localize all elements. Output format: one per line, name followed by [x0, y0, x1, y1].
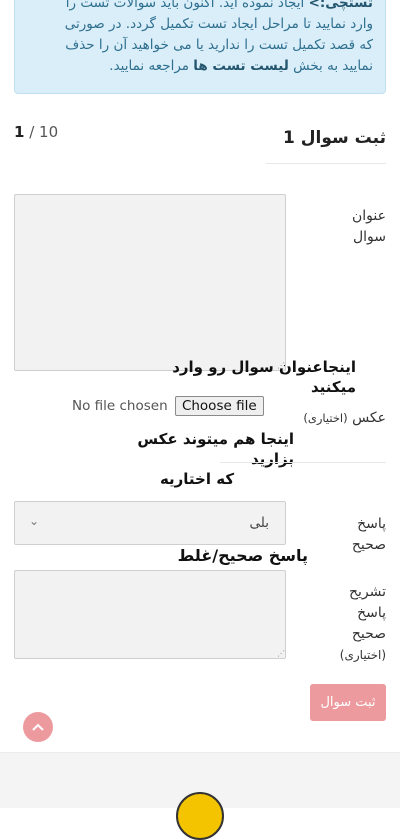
explanation-label-line3: صحیح — [351, 626, 386, 642]
explanation-label-line4: (اختیاری) — [339, 648, 386, 662]
pager-current: 1 — [14, 123, 25, 141]
annotation-image-line2: که اختاریه — [159, 470, 235, 488]
pager-total: 10 — [39, 123, 59, 141]
correct-answer-label-line1: پاسخ — [357, 516, 386, 532]
pager-separator: / — [24, 123, 40, 141]
explanation-label-line2: پاسخ — [357, 605, 386, 621]
alert-text-1: ایجاد نموده اید. اکنون باید سوالات تست ر… — [65, 0, 309, 11]
page-title: ثبت سوال 1 — [283, 128, 386, 148]
alert-line-4: نمایید به بخش لیست تست ها مراجعه نمایید. — [27, 56, 373, 77]
question-pager: 1 / 10 — [14, 123, 58, 141]
correct-answer-selected: بلی — [249, 515, 269, 531]
alert-line-2: وارد نمایید تا مراحل ایجاد تست تکمیل گرد… — [64, 16, 373, 32]
explanation-textarea[interactable]: ⋰ — [14, 570, 286, 659]
image-label-text: عکس — [352, 410, 386, 426]
question-title-textarea[interactable]: ⋰ — [14, 194, 286, 371]
divider — [220, 462, 386, 463]
correct-answer-select[interactable]: بلی ⌄ — [14, 501, 286, 545]
question-header: ثبت سوال 1 1 / 10 — [14, 118, 386, 162]
alert-line-1: تستچی:> ایجاد نموده اید. اکنون باید سوال… — [27, 0, 373, 14]
annotation-answer: پاسخ صحیح/غلط — [177, 546, 308, 565]
chevron-down-icon: ⌄ — [29, 514, 40, 528]
alert-text-4b: مراجعه نمایید. — [109, 58, 194, 74]
test-list-link[interactable]: لیست تست ها — [193, 58, 289, 74]
scroll-top-button[interactable] — [23, 712, 53, 742]
alert-line-3: که قصد تکمیل تست را ندارید یا می خواهید … — [65, 37, 373, 53]
alert-text-4a: نمایید به بخش — [288, 58, 373, 74]
arrow-up-icon — [32, 723, 44, 731]
image-label: عکس (اختیاری) — [286, 408, 386, 429]
question-title-label: عنوان سوال — [326, 206, 386, 248]
explanation-label: تشریح پاسخ صحیح (اختیاری) — [316, 582, 386, 666]
info-alert: تستچی:> ایجاد نموده اید. اکنون باید سوال… — [14, 0, 386, 94]
image-file-input[interactable]: No file chosen Choose file — [72, 396, 264, 416]
submit-question-button[interactable]: ثبت سوال — [310, 684, 386, 721]
file-status: No file chosen — [72, 398, 168, 414]
question-title-label-line2: سوال — [352, 229, 386, 245]
resize-handle[interactable]: ⋰ — [277, 650, 285, 658]
correct-answer-label: پاسخ صحیح — [326, 514, 386, 556]
annotation-title: اینجاعنوان سوال رو وارد میکنید — [172, 358, 356, 396]
logo-icon — [176, 792, 224, 840]
image-label-optional: (اختیاری) — [303, 411, 348, 425]
question-title-label-line1: عنوان — [352, 208, 386, 224]
annotation-image: اینجا هم میتوند عکس بزارید که اختاریه — [100, 429, 294, 489]
annotation-image-line1: اینجا هم میتوند عکس بزارید — [137, 430, 294, 468]
correct-answer-label-line2: صحیح — [351, 537, 386, 553]
explanation-label-line1: تشریح — [348, 584, 386, 600]
alert-bold-1: تستچی:> — [308, 0, 373, 11]
divider — [266, 163, 386, 164]
choose-file-button[interactable]: Choose file — [174, 396, 264, 416]
